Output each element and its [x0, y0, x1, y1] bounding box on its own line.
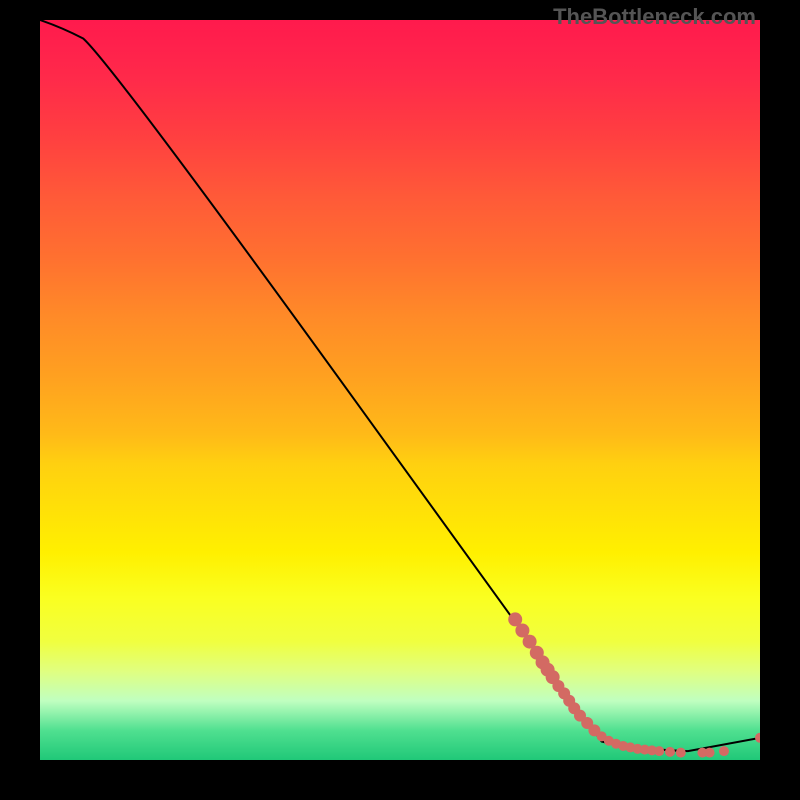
data-marker — [665, 747, 675, 757]
chart-svg — [40, 20, 760, 760]
curve-line-layer — [40, 20, 760, 751]
data-marker — [719, 746, 729, 756]
data-marker — [654, 746, 664, 756]
data-marker — [705, 748, 715, 758]
chart-container: TheBottleneck.com — [0, 0, 800, 800]
data-marker — [755, 733, 760, 743]
data-marker — [676, 748, 686, 758]
marker-layer — [508, 612, 760, 757]
bottleneck-curve — [40, 20, 760, 751]
